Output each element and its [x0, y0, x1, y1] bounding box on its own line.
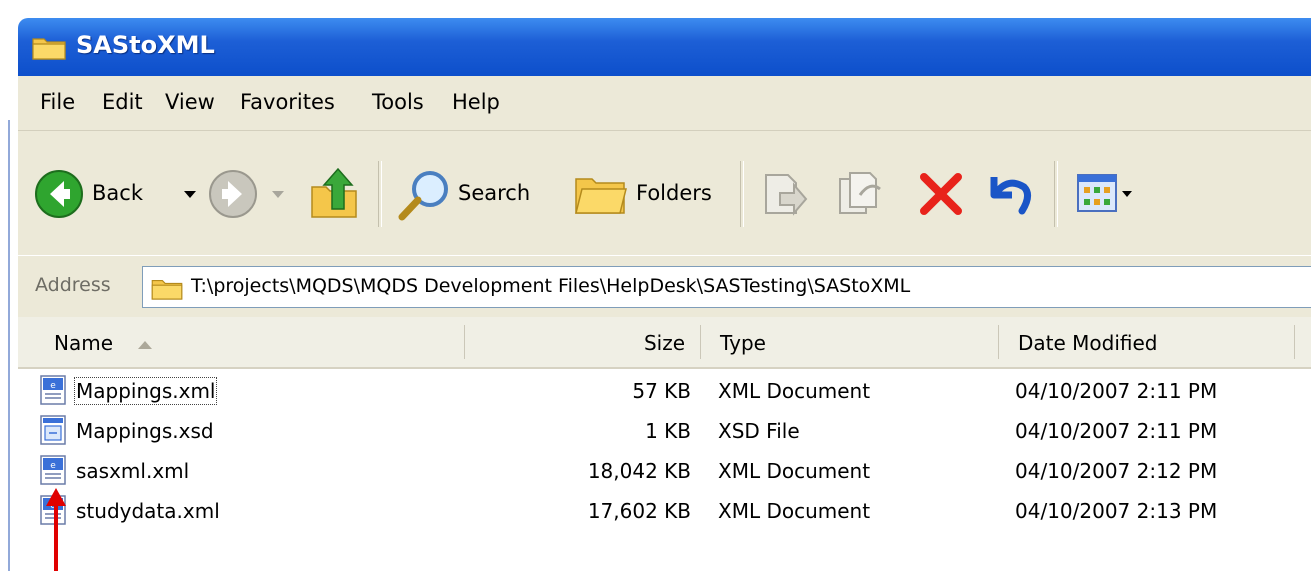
- address-bar: Address T:\projects\MQDS\MQDS Developmen…: [18, 255, 1311, 319]
- back-label: Back: [92, 181, 143, 205]
- toolbar: Back Search Folders: [18, 131, 1311, 255]
- header-divider[interactable]: [998, 325, 999, 359]
- views-icon[interactable]: [1076, 173, 1118, 213]
- xml-file-icon: e: [40, 375, 66, 405]
- views-dropdown-icon[interactable]: [1122, 191, 1132, 198]
- file-type: XML Document: [718, 499, 871, 523]
- file-list: Name Size Type Date Modified e Mappings.…: [18, 317, 1311, 571]
- search-icon: [398, 171, 448, 221]
- file-name[interactable]: Mappings.xml: [73, 377, 218, 405]
- file-name[interactable]: studydata.xml: [76, 499, 220, 523]
- file-row[interactable]: e studydata.xml 17,602 KB XML Document 0…: [18, 491, 1311, 531]
- toolbar-separator: [1054, 161, 1058, 227]
- menu-view[interactable]: View: [165, 90, 215, 114]
- window-title: SAStoXML: [76, 31, 215, 59]
- move-to-icon[interactable]: [760, 169, 810, 219]
- xml-file-icon: e: [40, 455, 66, 485]
- header-divider[interactable]: [464, 325, 465, 359]
- left-edge: [0, 0, 18, 571]
- toolbar-separator: [378, 161, 382, 227]
- file-name[interactable]: sasxml.xml: [76, 459, 189, 483]
- file-size: 57 KB: [632, 379, 691, 403]
- xsd-file-icon: [40, 415, 66, 445]
- menu-file[interactable]: File: [40, 90, 75, 114]
- delete-icon[interactable]: [918, 171, 964, 217]
- address-input[interactable]: T:\projects\MQDS\MQDS Development Files\…: [142, 266, 1311, 308]
- file-date: 04/10/2007 2:11 PM: [1015, 379, 1218, 403]
- menu-edit[interactable]: Edit: [102, 90, 143, 114]
- column-header: Name Size Type Date Modified: [18, 317, 1311, 369]
- menu-bar: File Edit View Favorites Tools Help: [18, 76, 1311, 131]
- title-bar[interactable]: SAStoXML: [18, 18, 1311, 76]
- file-type: XML Document: [718, 379, 871, 403]
- svg-text:e: e: [50, 461, 56, 471]
- file-type: XML Document: [718, 459, 871, 483]
- copy-to-icon[interactable]: [836, 169, 886, 219]
- file-row[interactable]: Mappings.xsd 1 KB XSD File 04/10/2007 2:…: [18, 411, 1311, 451]
- file-name[interactable]: Mappings.xsd: [76, 419, 214, 443]
- svg-text:e: e: [50, 381, 56, 391]
- search-label: Search: [458, 181, 531, 205]
- address-path: T:\projects\MQDS\MQDS Development Files\…: [191, 275, 911, 297]
- column-header-size[interactable]: Size: [644, 331, 685, 355]
- folders-label: Folders: [636, 181, 712, 205]
- file-date: 04/10/2007 2:11 PM: [1015, 419, 1218, 443]
- file-size: 18,042 KB: [587, 459, 691, 483]
- back-dropdown-icon[interactable]: [184, 191, 196, 199]
- header-divider[interactable]: [700, 325, 701, 359]
- edge-line: [8, 120, 10, 571]
- forward-arrow-icon[interactable]: [208, 169, 258, 219]
- file-size: 17,602 KB: [587, 499, 691, 523]
- column-header-name[interactable]: Name: [54, 331, 113, 355]
- header-divider[interactable]: [1294, 325, 1295, 359]
- file-date: 04/10/2007 2:13 PM: [1015, 499, 1218, 523]
- undo-icon[interactable]: [984, 169, 1034, 219]
- folder-icon: [32, 38, 66, 60]
- forward-dropdown-icon[interactable]: [272, 191, 284, 199]
- folder-icon: [151, 280, 183, 300]
- red-arrow-annotation: [46, 488, 66, 571]
- menu-favorites[interactable]: Favorites: [240, 90, 335, 114]
- file-row[interactable]: e Mappings.xml 57 KB XML Document 04/10/…: [18, 371, 1311, 411]
- folders-icon: [575, 178, 627, 214]
- sort-ascending-icon: [138, 341, 152, 349]
- explorer-window: SAStoXML File Edit View Favorites Tools …: [18, 18, 1311, 571]
- file-type: XSD File: [718, 419, 800, 443]
- address-label: Address: [35, 274, 111, 296]
- file-size: 1 KB: [645, 419, 691, 443]
- toolbar-separator: [740, 161, 744, 227]
- menu-help[interactable]: Help: [452, 90, 500, 114]
- file-date: 04/10/2007 2:12 PM: [1015, 459, 1218, 483]
- file-row[interactable]: e sasxml.xml 18,042 KB XML Document 04/1…: [18, 451, 1311, 491]
- column-header-type[interactable]: Type: [720, 331, 766, 355]
- back-arrow-icon: [35, 170, 83, 218]
- column-header-date[interactable]: Date Modified: [1018, 331, 1158, 355]
- menu-tools[interactable]: Tools: [372, 90, 424, 114]
- up-folder-icon[interactable]: [308, 165, 362, 221]
